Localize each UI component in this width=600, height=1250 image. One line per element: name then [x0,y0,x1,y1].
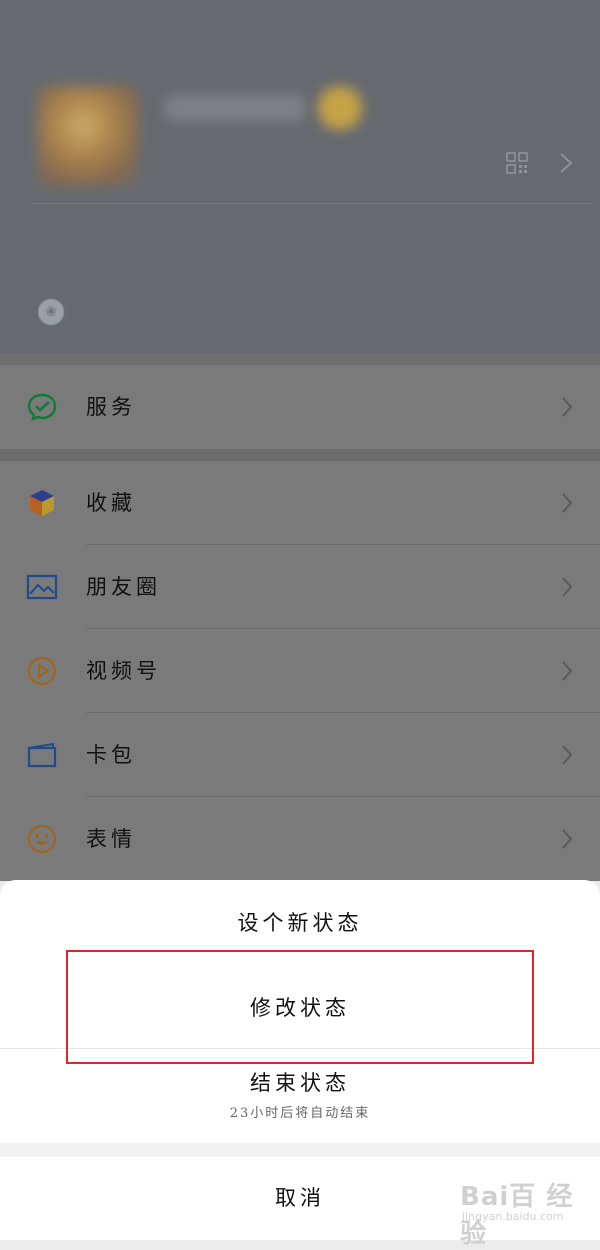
chevron-right-icon [562,397,573,417]
chevron-right-icon [562,661,573,681]
menu-item-channels[interactable]: 视频号 [0,629,600,713]
end-status-option[interactable]: 结束状态 [0,1066,600,1100]
menu-item-label: 服务 [86,395,136,419]
section-gap [0,449,600,461]
menu-item-label: 视频号 [86,659,161,683]
menu-item-card-wallet[interactable]: 卡包 [0,713,600,797]
highlight-box [66,950,534,1064]
section-gap [0,353,600,365]
menu-item-label: 表情 [86,827,136,851]
card-wallet-icon [27,742,57,768]
avatar[interactable] [38,86,138,186]
profile-header[interactable]: ❀ [0,0,600,353]
wechat-pay-icon [27,393,57,421]
favorites-cube-icon [30,490,54,516]
chevron-right-icon [562,829,573,849]
watermark-url: jingyan.baidu.com [462,1210,564,1223]
channels-play-icon [27,656,57,686]
end-status-subtitle: 23小时后将自动结束 [229,1106,371,1121]
menu-item-stickers[interactable]: 表情 [0,797,600,881]
menu-item-label: 朋友圈 [86,575,161,599]
smiley-icon [27,824,57,854]
chevron-right-icon [562,745,573,765]
chevron-right-icon[interactable] [559,152,573,174]
menu-list: 服务 收藏 朋友圈 视频号 卡包 表情 [0,353,600,881]
menu-item-moments[interactable]: 朋友圈 [0,545,600,629]
status-icon[interactable]: ❀ [38,299,64,325]
status-emoji-blurred [318,86,362,130]
menu-item-label: 收藏 [86,491,136,515]
moments-image-icon [26,574,58,600]
header-divider [32,203,592,204]
section-gap [0,1143,600,1157]
menu-item-services[interactable]: 服务 [0,365,600,449]
menu-item-label: 卡包 [86,743,136,767]
chevron-right-icon [562,577,573,597]
chevron-right-icon [562,493,573,513]
baidu-jingyan-watermark: Bai百 经验 jingyan.baidu.com [450,1176,590,1249]
qr-code-icon[interactable] [506,152,528,174]
profile-name-blurred [165,95,305,121]
menu-item-favorites[interactable]: 收藏 [0,461,600,545]
